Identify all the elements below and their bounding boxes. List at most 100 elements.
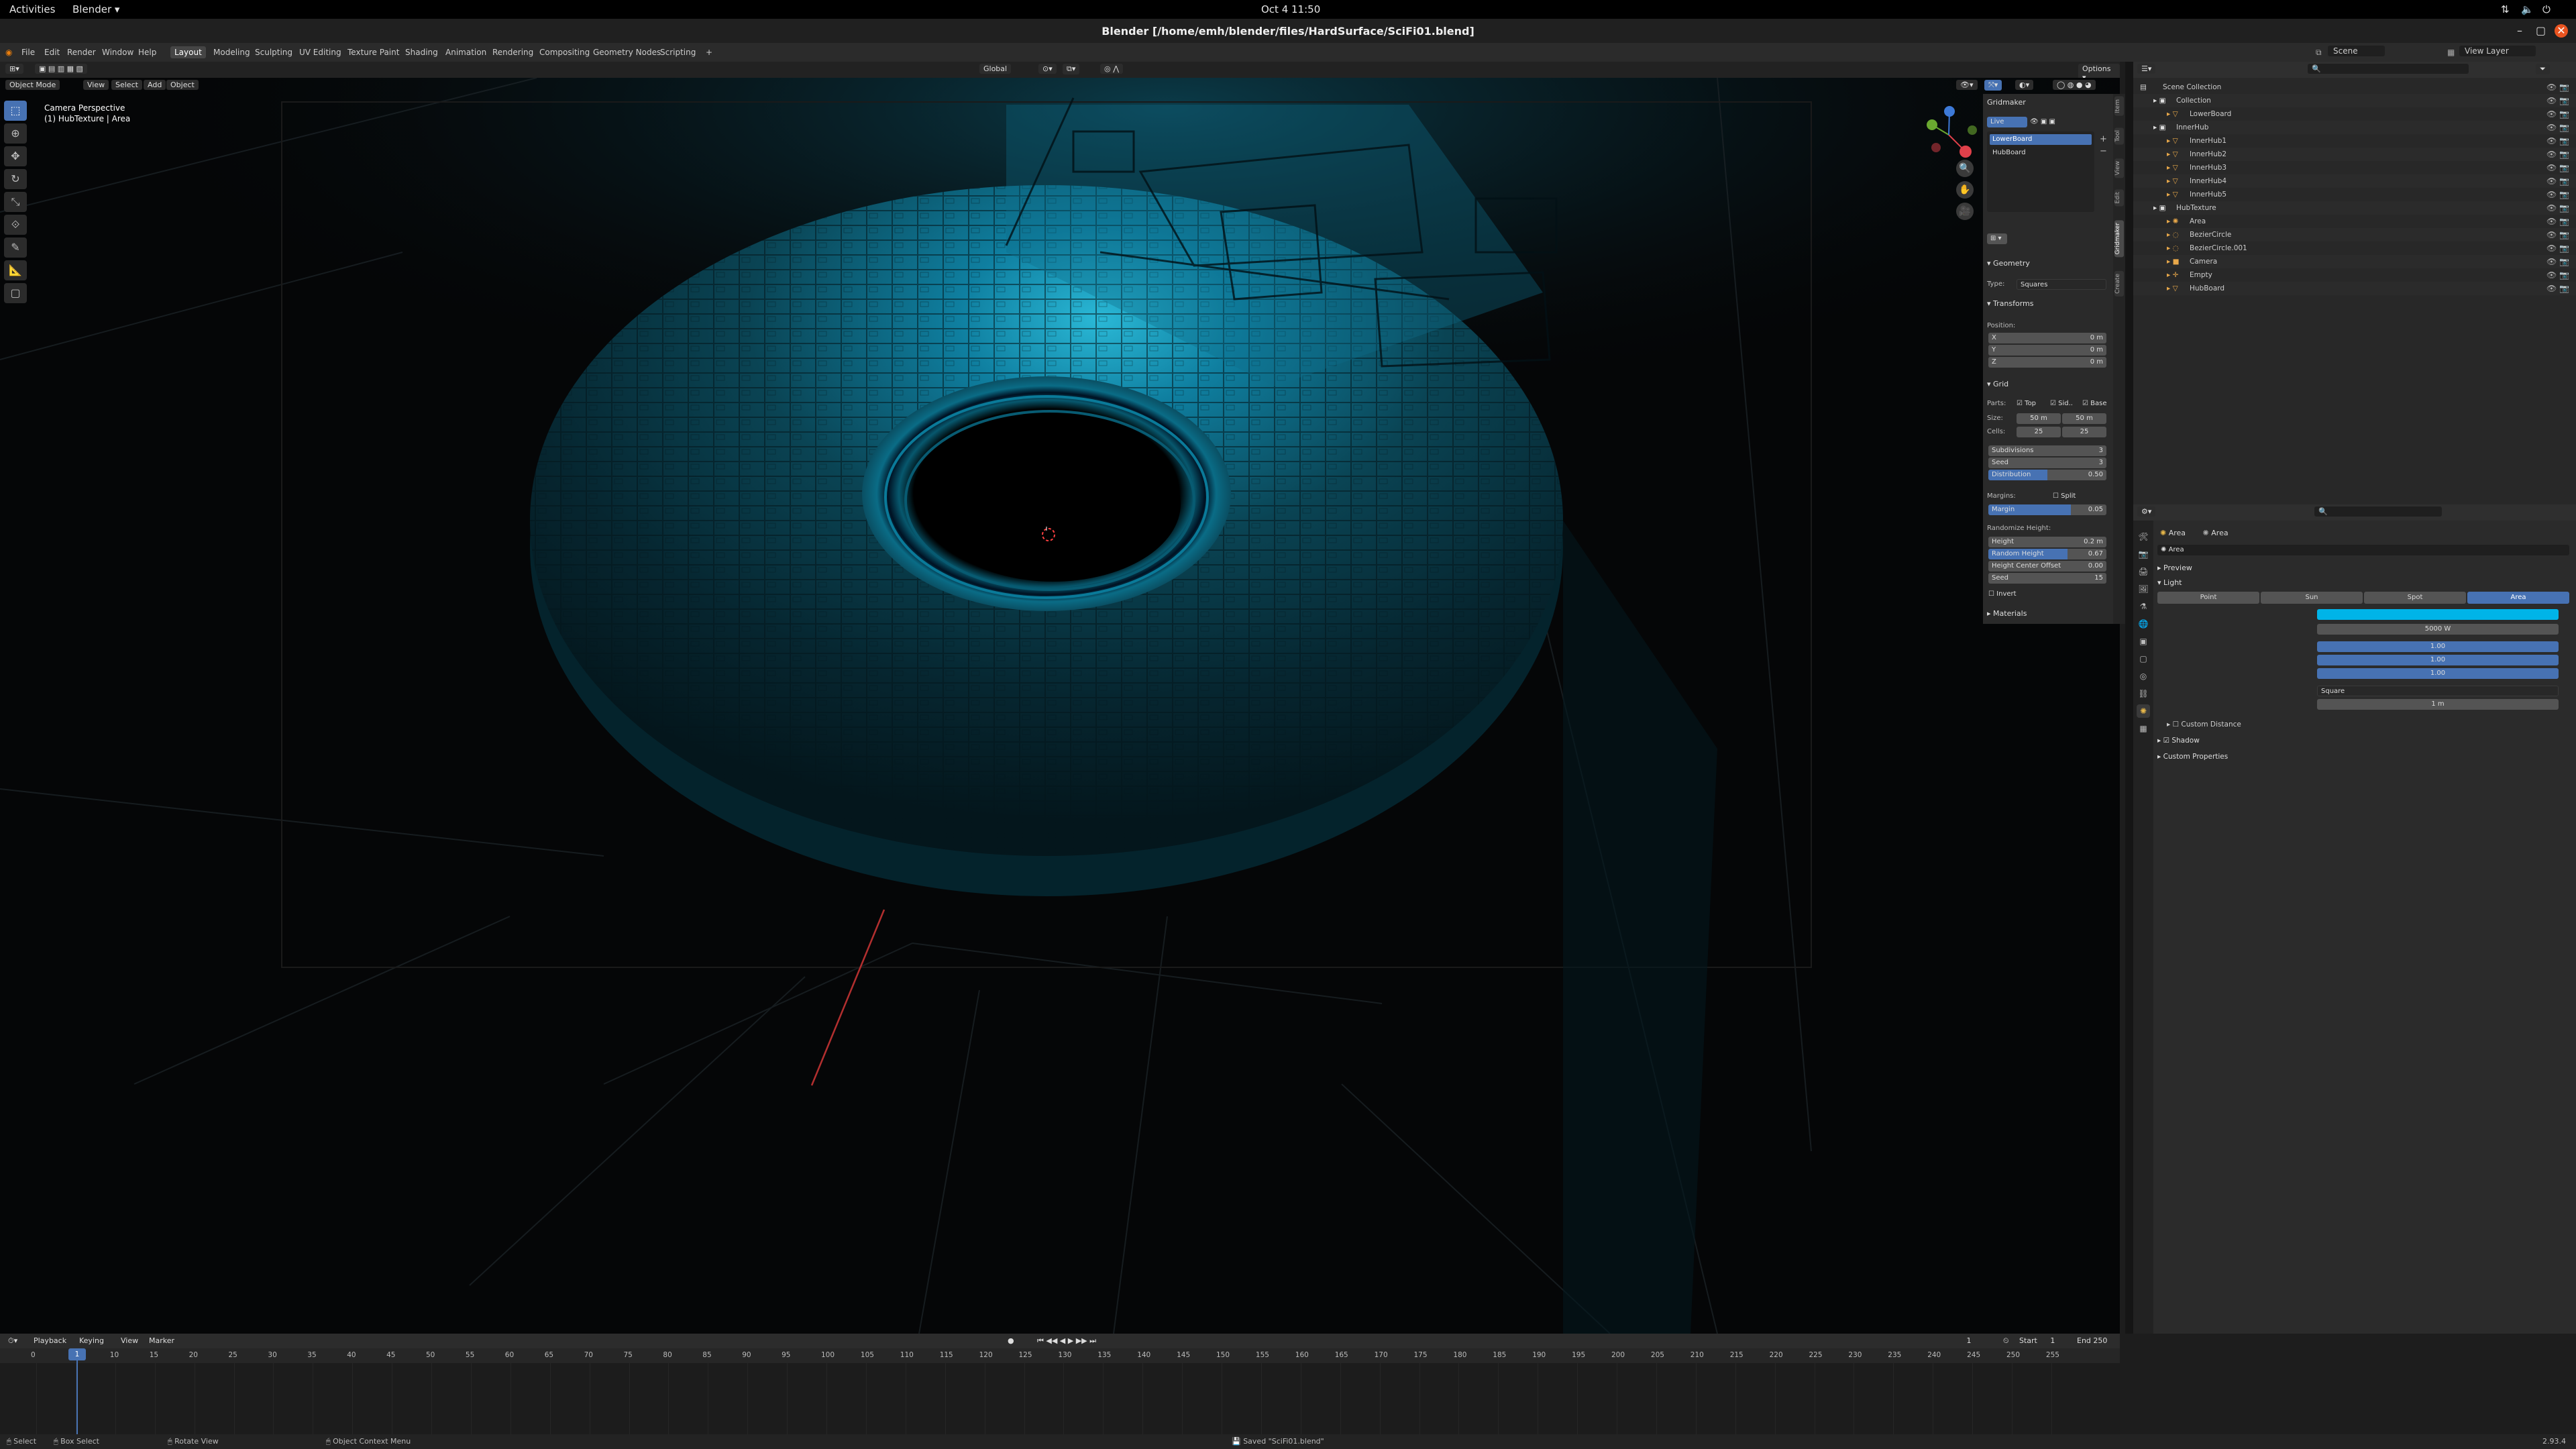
size-y-field[interactable]: 50 m — [2062, 413, 2106, 424]
close-icon[interactable]: ✕ — [2555, 24, 2568, 38]
volume-icon[interactable]: 🔈 — [2521, 3, 2534, 15]
light-type-spot[interactable]: Spot — [2364, 592, 2466, 604]
timeline-ruler[interactable]: 0510152025303540455055606570758085909510… — [0, 1348, 2120, 1363]
menu-help[interactable]: Help — [138, 48, 156, 57]
z-axis-icon[interactable] — [1944, 106, 1955, 117]
properties-search-input[interactable]: 🔍 — [2314, 506, 2442, 517]
geometry-section[interactable]: ▾ Geometry — [1987, 259, 2030, 268]
playback-menu[interactable]: Playback — [30, 1336, 71, 1346]
preview-range-icon[interactable]: ⏲ — [1999, 1336, 2013, 1346]
outliner-row[interactable]: ▸ ■ Camera 👁 📷 — [2133, 255, 2576, 268]
visibility-eye-icon[interactable]: 👁 📷 — [2546, 268, 2569, 282]
invert-checkbox[interactable]: ☐ Invert — [1988, 590, 2017, 598]
viewport-menu-object[interactable]: Object — [166, 80, 199, 90]
start-frame-field[interactable]: Start 1 — [2015, 1336, 2069, 1346]
light-type-area[interactable]: Area — [2467, 592, 2569, 604]
tab-create[interactable]: Create — [2114, 271, 2124, 297]
visibility-eye-icon[interactable]: 👁 📷 — [2546, 94, 2569, 107]
outliner-row[interactable]: ▸ ✛ Empty 👁 📷 — [2133, 268, 2576, 282]
tab-uv-editing[interactable]: UV Editing — [295, 46, 345, 58]
clock[interactable]: Oct 4 11:50 — [1261, 3, 1320, 15]
overlay-toggle[interactable]: ◐▾ — [2015, 80, 2034, 90]
visibility-eye-icon[interactable]: 👁 📷 — [2546, 255, 2569, 268]
tool-tab-icon[interactable]: 🛠 — [2137, 530, 2150, 543]
visibility-eye-icon[interactable]: 👁 📷 — [2546, 174, 2569, 188]
annotate-tool-icon[interactable]: ✎ — [4, 237, 27, 258]
properties-editor-type[interactable]: ⚙▾ — [2137, 506, 2156, 517]
size-prop-field[interactable]: 1 m — [2317, 699, 2559, 710]
tab-geometry-nodes[interactable]: Geometry Nodes — [589, 46, 665, 58]
add-icon[interactable]: + — [2100, 134, 2107, 144]
tab-sculpting[interactable]: Sculpting — [251, 46, 297, 58]
viewport-menu-add[interactable]: Add — [144, 80, 166, 90]
visibility-eye-icon[interactable]: 👁 📷 — [2546, 215, 2569, 228]
tab-layout[interactable]: Layout — [170, 46, 206, 58]
height-field[interactable]: Height 0.2 m — [1988, 537, 2106, 547]
editor-type-button[interactable]: ⊞▾ — [5, 64, 23, 74]
timeline-editor-type[interactable]: ⏱▾ — [4, 1336, 22, 1346]
size-x-field[interactable]: 50 m — [2017, 413, 2061, 424]
custom-distance-panel[interactable]: ▸ ☐ Custom Distance — [2167, 720, 2241, 729]
tab-compositing[interactable]: Compositing — [535, 46, 594, 58]
subdivisions-field[interactable]: Subdivisions 3 — [1988, 445, 2106, 456]
gridmaker-extra-icons[interactable]: ⊞ ▾ — [1987, 233, 2007, 244]
texture-tab-icon[interactable]: ▦ — [2137, 722, 2150, 735]
type-dropdown[interactable]: Squares — [2017, 279, 2106, 290]
cells-y-field[interactable]: 25 — [2062, 427, 2106, 437]
power-icon[interactable]: ⏻ — [2542, 3, 2551, 15]
view-layer-selector[interactable]: View Layer — [2459, 46, 2536, 56]
scene-selector[interactable]: Scene — [2328, 46, 2385, 56]
remove-icon[interactable]: − — [2100, 146, 2107, 156]
margin-slider[interactable]: Margin 0.05 — [1988, 504, 2106, 515]
tab-modeling[interactable]: Modeling — [209, 46, 254, 58]
shadow-panel[interactable]: ▸ ☑ Shadow — [2157, 737, 2200, 745]
tab-gridmaker[interactable]: Gridmaker — [2114, 220, 2124, 258]
keying-menu[interactable]: Keying — [75, 1336, 108, 1346]
playhead-frame-badge[interactable]: 1 — [68, 1348, 86, 1360]
scale-tool-icon[interactable]: ⤡ — [4, 192, 27, 212]
playback-controls[interactable]: ⏮ ◀◀ ◀ ▶ ▶▶ ⏭ — [1033, 1336, 1101, 1346]
specular-slider[interactable]: 1.00 — [2317, 655, 2559, 665]
outliner-row[interactable]: ▸ ▽ InnerHub3 👁 📷 — [2133, 161, 2576, 174]
cells-x-field[interactable]: 25 — [2017, 427, 2061, 437]
visibility-eye-icon[interactable]: 👁 📷 — [2546, 228, 2569, 241]
position-y-field[interactable]: Y0 m — [1988, 345, 2106, 356]
volume-slider[interactable]: 1.00 — [2317, 668, 2559, 679]
network-icon[interactable]: ⇅ — [2501, 3, 2510, 15]
view-layer-tab-icon[interactable]: 🖼 — [2137, 582, 2150, 596]
power-field[interactable]: 5000 W — [2317, 624, 2559, 635]
diffuse-slider[interactable]: 1.00 — [2317, 641, 2559, 652]
collection-tab-icon[interactable]: ▣ — [2137, 635, 2150, 648]
outliner-row[interactable]: ▸ ▽ HubBoard 👁 📷 — [2133, 282, 2576, 295]
outliner-row[interactable]: ▸ ◌ BezierCircle.001 👁 📷 — [2133, 241, 2576, 255]
pivot-button[interactable]: ⊙▾ — [1038, 64, 1057, 74]
menu-render[interactable]: Render — [67, 48, 96, 57]
outliner-row[interactable]: ▸ ▽ InnerHub4 👁 📷 — [2133, 174, 2576, 188]
timeline-tracks[interactable] — [0, 1363, 2120, 1434]
output-tab-icon[interactable]: 🖨 — [2137, 565, 2150, 578]
y-axis-icon[interactable] — [1927, 119, 1937, 130]
proportional-button[interactable]: ◎ ⋀ — [1100, 64, 1124, 74]
zoom-icon[interactable]: 🔍 — [1956, 160, 1974, 177]
light-type-point[interactable]: Point — [2157, 592, 2259, 604]
grid-section[interactable]: ▾ Grid — [1987, 380, 2008, 388]
outliner-row[interactable]: ▸ ◌ BezierCircle 👁 📷 — [2133, 228, 2576, 241]
scene-tab-icon[interactable]: ⚗ — [2137, 600, 2150, 613]
transform-tool-icon[interactable]: ⟐ — [4, 215, 27, 235]
rotate-tool-icon[interactable]: ↻ — [4, 169, 27, 189]
split-checkbox[interactable]: ☐ Split — [2053, 492, 2076, 500]
outliner-row[interactable]: ▸ ▽ LowerBoard 👁 📷 — [2133, 107, 2576, 121]
tab-tool[interactable]: Tool — [2114, 127, 2124, 145]
live-icons[interactable]: 👁 ▣ ▣ — [2030, 118, 2055, 125]
transforms-section[interactable]: ▾ Transforms — [1987, 299, 2033, 308]
shading-modes[interactable]: ◯ ◍ ● ◕ — [2053, 80, 2096, 90]
tab-shading[interactable]: Shading — [401, 46, 442, 58]
outliner-row[interactable]: ▸ ▣ Collection 👁 📷 — [2133, 94, 2576, 107]
maximize-icon[interactable]: ▢ — [2536, 24, 2546, 37]
parts-side-checkbox[interactable]: ☑ Sid.. — [2050, 400, 2073, 407]
marker-menu[interactable]: Marker — [145, 1336, 179, 1346]
pan-hand-icon[interactable]: ✋ — [1956, 181, 1974, 199]
tab-view[interactable]: View — [2114, 158, 2124, 178]
gizmo-toggle[interactable]: ⤧▾ — [1984, 80, 2002, 91]
blender-logo-icon[interactable]: ◉ — [5, 48, 12, 57]
